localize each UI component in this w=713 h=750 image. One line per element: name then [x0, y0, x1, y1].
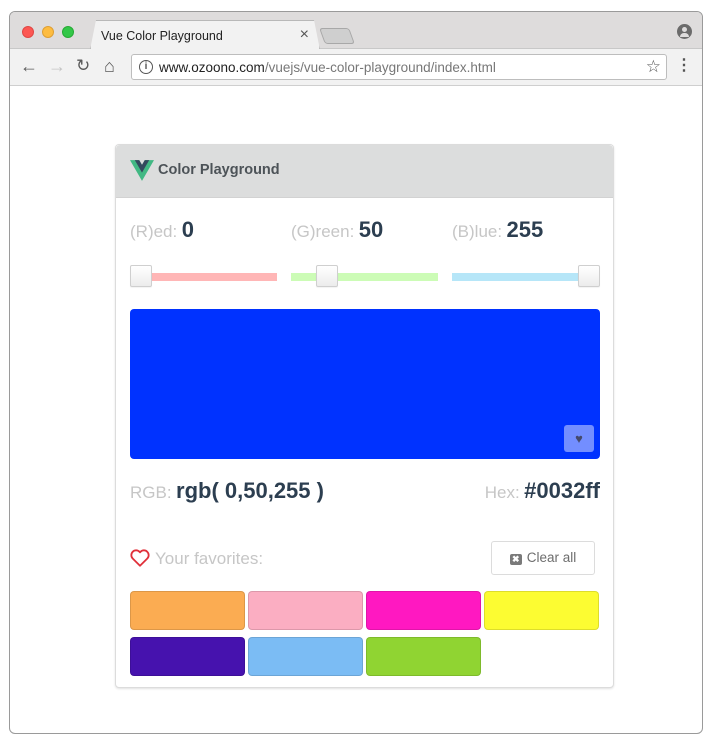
- hex-label: Hex:: [484, 483, 520, 502]
- card-header: Color Playground: [116, 145, 613, 198]
- home-icon[interactable]: ⌂: [104, 56, 115, 76]
- channel-values: (R)ed: 0 (G)reen: 50 (B)lue: 255: [130, 217, 600, 247]
- url-text[interactable]: www.ozoono.com/vuejs/vue-color-playgroun…: [159, 60, 496, 75]
- red-slider-track[interactable]: [130, 273, 277, 281]
- reload-icon[interactable]: ↻: [76, 56, 90, 76]
- rgb-readout: RGB: rgb( 0,50,255 ): [130, 478, 324, 504]
- heart-outline-icon: [130, 549, 150, 567]
- new-tab-button[interactable]: [319, 28, 355, 44]
- bookmark-star-icon[interactable]: ☆: [646, 57, 661, 77]
- favorites-header: Your favorites: ✖ Clear all: [130, 541, 600, 575]
- url-path: /vuejs/vue-color-playground/index.html: [264, 60, 496, 75]
- clear-icon: ✖: [509, 554, 522, 565]
- blue-value: 255: [506, 217, 544, 242]
- rgb-value: rgb( 0,50,255 ): [176, 478, 324, 503]
- favorite-swatch[interactable]: [130, 591, 245, 630]
- red-slider[interactable]: [130, 265, 277, 290]
- favorite-swatch[interactable]: [366, 591, 481, 630]
- profile-icon[interactable]: [677, 24, 692, 39]
- close-window-button[interactable]: [22, 26, 34, 38]
- red-value: 0: [181, 217, 194, 242]
- forward-icon[interactable]: →: [48, 56, 66, 76]
- blue-slider[interactable]: [452, 265, 600, 290]
- green-value: 50: [358, 217, 384, 242]
- tab-close-icon[interactable]: ×: [300, 26, 309, 44]
- browser-window: Vue Color Playground × ← → ↻ ⌂ i www.ozo…: [9, 11, 703, 734]
- blue-label: (B)lue:: [452, 222, 503, 241]
- favorite-swatch[interactable]: [130, 637, 245, 676]
- favorite-swatch[interactable]: [248, 637, 363, 676]
- red-label: (R)ed:: [130, 222, 178, 241]
- tab-vue-color-playground[interactable]: Vue Color Playground ×: [90, 20, 320, 50]
- rgb-label: RGB:: [130, 483, 172, 502]
- card-title: Color Playground: [158, 162, 280, 178]
- vue-logo-icon: [130, 160, 154, 181]
- green-slider-thumb[interactable]: [316, 265, 338, 287]
- clear-all-button[interactable]: ✖ Clear all: [491, 541, 595, 575]
- green-label: (G)reen:: [291, 222, 355, 241]
- tab-title: Vue Color Playground: [101, 29, 223, 43]
- heart-icon: ♥: [575, 431, 583, 446]
- red-channel: (R)ed: 0: [130, 217, 194, 243]
- title-bar: Vue Color Playground ×: [10, 12, 702, 50]
- url-host: www.ozoono.com: [159, 60, 265, 75]
- browser-toolbar: ← → ↻ ⌂ i www.ozoono.com/vuejs/vue-color…: [10, 49, 702, 86]
- color-playground-card: Color Playground (R)ed: 0 (G)reen: 50 (B…: [115, 144, 614, 688]
- green-slider[interactable]: [291, 265, 438, 290]
- address-bar[interactable]: i www.ozoono.com/vuejs/vue-color-playgro…: [131, 54, 667, 80]
- green-channel: (G)reen: 50: [291, 217, 383, 243]
- clear-all-label: Clear all: [526, 550, 577, 565]
- hex-readout: Hex: #0032ff: [485, 478, 600, 504]
- add-favorite-button[interactable]: ♥: [564, 425, 594, 452]
- hex-value: #0032ff: [524, 478, 600, 503]
- favorite-swatch[interactable]: [484, 591, 599, 630]
- blue-slider-thumb[interactable]: [578, 265, 600, 287]
- browser-menu-icon[interactable]: ⋮: [676, 55, 692, 77]
- favorites-label: Your favorites:: [155, 549, 264, 568]
- favorite-swatch[interactable]: [248, 591, 363, 630]
- back-icon[interactable]: ←: [20, 56, 38, 76]
- green-slider-track[interactable]: [291, 273, 438, 281]
- color-preview: ♥: [130, 309, 600, 459]
- favorite-swatch[interactable]: [366, 637, 481, 676]
- red-slider-thumb[interactable]: [130, 265, 152, 287]
- color-codes: RGB: rgb( 0,50,255 ) Hex: #0032ff: [130, 478, 600, 508]
- info-icon[interactable]: i: [139, 60, 153, 74]
- maximize-window-button[interactable]: [62, 26, 74, 38]
- blue-channel: (B)lue: 255: [452, 217, 543, 243]
- minimize-window-button[interactable]: [42, 26, 54, 38]
